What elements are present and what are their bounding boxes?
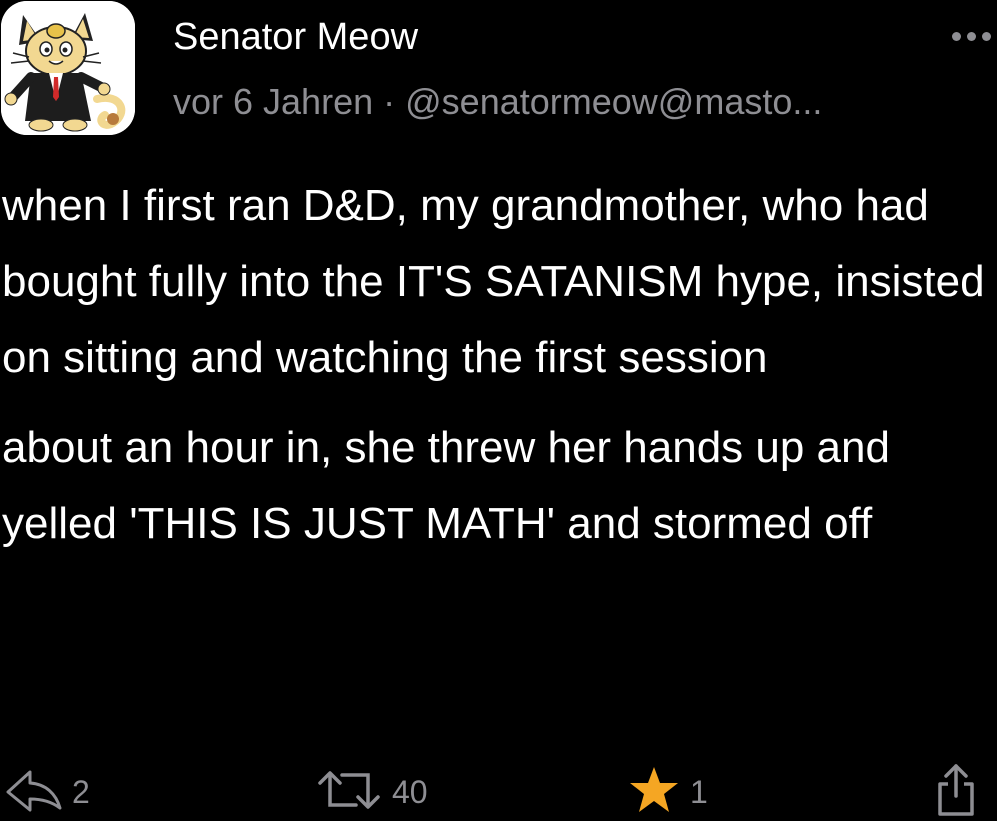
reply-icon (4, 768, 62, 817)
boost-button[interactable]: 40 (316, 762, 428, 821)
reply-count: 2 (72, 773, 90, 810)
post: Senator Meow vor 6 Jahren · @senatormeow… (0, 0, 997, 821)
post-body: when I first ran D&D, my grandmother, wh… (2, 168, 992, 562)
avatar[interactable] (1, 1, 135, 135)
reply-button[interactable]: 2 (4, 762, 90, 821)
favourite-count: 1 (690, 773, 708, 810)
post-paragraph: when I first ran D&D, my grandmother, wh… (2, 181, 985, 382)
post-meta: vor 6 Jahren · @senatormeow@masto... (173, 80, 822, 124)
more-dot (952, 31, 961, 41)
display-name[interactable]: Senator Meow (173, 14, 418, 60)
boost-icon (316, 767, 382, 818)
meta-separator: · (383, 81, 396, 122)
share-button[interactable] (934, 762, 978, 821)
account-handle[interactable]: @senatormeow@masto... (405, 81, 822, 122)
favourite-button[interactable]: 1 (628, 762, 708, 821)
boost-count: 40 (392, 773, 428, 810)
more-options-button[interactable] (945, 28, 991, 44)
meowth-avatar-image (1, 1, 135, 135)
post-paragraph: about an hour in, she threw her hands up… (2, 423, 890, 548)
timestamp[interactable]: vor 6 Jahren (173, 81, 373, 122)
star-icon (628, 765, 680, 820)
more-dot (967, 31, 976, 41)
action-bar: 2 40 1 (0, 762, 997, 821)
more-dot (982, 31, 991, 41)
share-icon (934, 762, 978, 821)
